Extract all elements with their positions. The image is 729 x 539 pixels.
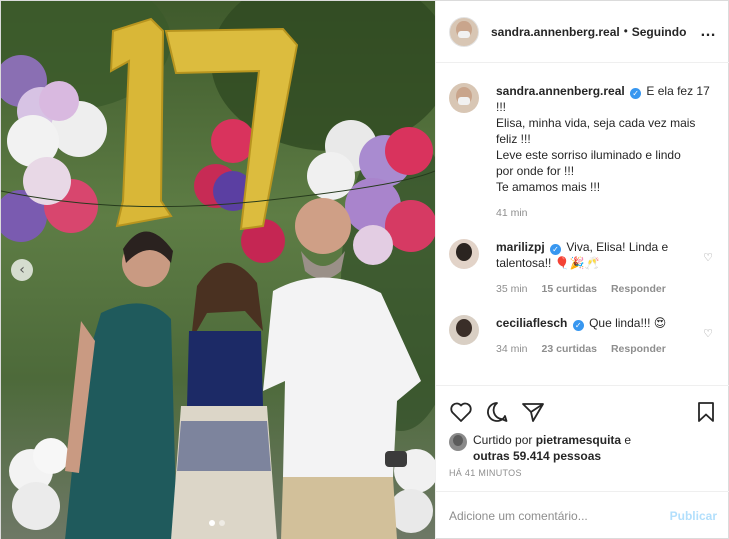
comment-item: marilizpj ✓ Viva, Elisa! Linda e talento… (449, 239, 717, 297)
caption-line-7: Te amamos mais !!! (496, 180, 601, 194)
likes-others[interactable]: outras 59.414 pessoas (473, 448, 631, 464)
bookmark-icon[interactable] (695, 401, 717, 423)
liker-username[interactable]: pietramesquita (536, 433, 621, 447)
share-send-icon[interactable] (521, 401, 545, 423)
caption-meta: 41 min (496, 205, 712, 221)
comment-likes[interactable]: 23 curtidas (542, 341, 597, 357)
caption-line-4: feliz !!! (496, 132, 531, 146)
photo-illustration (1, 1, 435, 539)
post-side-panel: sandra.annenberg.real • Seguindo … sandr… (435, 1, 729, 539)
comments-list[interactable]: sandra.annenberg.real ✓ E ela fez 17 !!!… (436, 63, 729, 385)
comment-like-heart-icon[interactable]: ♡ (703, 251, 713, 264)
caption-line-5: Leve este sorriso iluminado e lindo (496, 148, 681, 162)
comment-meta: 35 min 15 curtidas Responder (496, 281, 712, 297)
add-comment-bar: Publicar (436, 491, 729, 539)
liker-avatar[interactable] (449, 433, 467, 451)
verified-badge-icon: ✓ (630, 88, 642, 99)
verified-badge-icon: ✓ (550, 244, 562, 255)
carousel-dot (219, 520, 225, 526)
caption-time[interactable]: 41 min (496, 205, 528, 221)
likes-prefix: Curtido por (473, 433, 533, 447)
caption-author-avatar[interactable] (449, 83, 479, 113)
carousel-dot-active (209, 520, 215, 526)
comment-time[interactable]: 34 min (496, 341, 528, 357)
carousel-dots (209, 520, 225, 526)
commenter-avatar[interactable] (449, 315, 479, 345)
commenter-avatar[interactable] (449, 239, 479, 269)
comment-time[interactable]: 35 min (496, 281, 528, 297)
header-separator: • (623, 25, 628, 38)
author-avatar[interactable] (449, 16, 479, 47)
caption-username[interactable]: sandra.annenberg.real (496, 84, 625, 98)
post-timestamp[interactable]: HÁ 41 MINUTOS (449, 468, 717, 478)
likes-mid: e (624, 433, 632, 447)
post-photo[interactable]: ‹ (1, 1, 435, 539)
like-heart-icon[interactable] (449, 401, 473, 423)
caption-line-6: por onde for !!! (496, 164, 575, 178)
publish-button[interactable]: Publicar (670, 509, 717, 523)
comment-item: ceciliaflesch ✓ Que linda!!! 😍 34 min 23… (449, 315, 717, 357)
carousel-prev-button[interactable]: ‹ (11, 259, 33, 281)
post-actions: Curtido por pietramesquita e outras 59.4… (436, 385, 729, 478)
comment-input[interactable] (449, 509, 670, 523)
post-modal: ‹ sandra.annenberg.real • Seguindo … san… (0, 0, 729, 539)
comment-text: Viva, Elisa! Linda e (566, 240, 669, 254)
comment-like-heart-icon[interactable]: ♡ (703, 327, 713, 340)
caption-line-2: !!! (496, 100, 507, 114)
author-username[interactable]: sandra.annenberg.real (491, 25, 620, 39)
chevron-left-icon: ‹ (19, 262, 25, 278)
caption: sandra.annenberg.real ✓ E ela fez 17 !!!… (449, 83, 717, 221)
caption-line-3: Elisa, minha vida, seja cada vez mais (496, 116, 696, 130)
comment-bubble-icon[interactable] (485, 401, 509, 423)
comment-username[interactable]: marilizpj (496, 240, 545, 254)
following-button[interactable]: Seguindo (632, 25, 687, 39)
comment-text-2: talentosa!! 🎈🎉🥂 (496, 256, 600, 270)
reply-button[interactable]: Responder (611, 281, 666, 297)
action-icons (449, 398, 717, 426)
comment-username[interactable]: ceciliaflesch (496, 316, 567, 330)
comment-likes[interactable]: 15 curtidas (542, 281, 597, 297)
likes-summary: Curtido por pietramesquita e outras 59.4… (449, 432, 717, 464)
caption-line-1: E ela fez 17 (646, 84, 710, 98)
post-header: sandra.annenberg.real • Seguindo … (436, 1, 729, 63)
verified-badge-icon: ✓ (572, 320, 584, 331)
comment-meta: 34 min 23 curtidas Responder (496, 341, 712, 357)
comment-text: Que linda!!! 😍 (589, 316, 667, 330)
more-options-icon[interactable]: … (700, 23, 717, 41)
reply-button[interactable]: Responder (611, 341, 666, 357)
